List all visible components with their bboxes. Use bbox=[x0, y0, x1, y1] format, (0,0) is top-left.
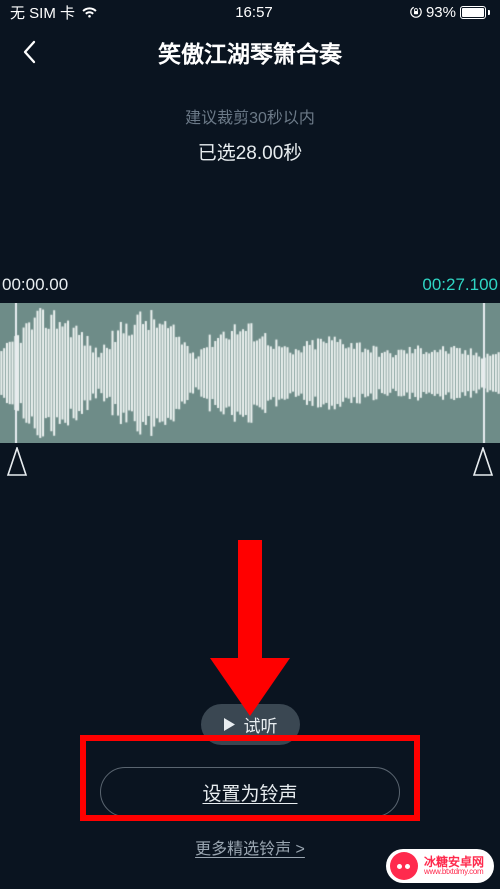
trim-handle-right[interactable] bbox=[472, 447, 494, 484]
waveform-editor: 00:00.00 00:27.100 bbox=[0, 275, 500, 443]
more-link-label: 更多精选铃声 > bbox=[195, 841, 305, 858]
preview-button[interactable]: 试听 bbox=[201, 704, 300, 745]
end-time: 00:27.100 bbox=[422, 275, 498, 295]
battery-pct: 93% bbox=[426, 4, 456, 21]
orientation-lock-icon bbox=[410, 6, 422, 18]
trim-handles bbox=[0, 447, 500, 487]
battery-icon bbox=[460, 6, 490, 19]
waveform-canvas[interactable] bbox=[0, 303, 500, 443]
selected-duration: 已选28.00秒 bbox=[0, 138, 500, 165]
page-title: 笑傲江湖琴箫合奏 bbox=[0, 35, 500, 69]
handle-grip-icon bbox=[6, 447, 28, 479]
watermark-logo-icon bbox=[390, 852, 418, 880]
chevron-left-icon bbox=[22, 40, 36, 64]
set-ringtone-label: 设置为铃声 bbox=[202, 779, 297, 806]
status-right: 93% bbox=[410, 4, 490, 21]
back-button[interactable] bbox=[14, 37, 44, 67]
trim-handle-left[interactable] bbox=[6, 447, 28, 484]
start-time: 00:00.00 bbox=[2, 275, 68, 295]
trim-hint: 建议裁剪30秒以内 bbox=[0, 104, 500, 128]
carrier-text: 无 SIM 卡 bbox=[10, 2, 75, 23]
time-labels: 00:00.00 00:27.100 bbox=[0, 275, 500, 295]
handle-grip-icon bbox=[472, 447, 494, 479]
more-ringtones-link[interactable]: 更多精选铃声 > bbox=[195, 835, 305, 859]
status-bar: 无 SIM 卡 16:57 93% bbox=[0, 0, 500, 24]
watermark: 冰糖安卓网 www.btxtdmy.com bbox=[386, 849, 494, 883]
trim-info: 建议裁剪30秒以内 已选28.00秒 bbox=[0, 104, 500, 165]
status-left: 无 SIM 卡 bbox=[10, 2, 98, 23]
set-ringtone-button[interactable]: 设置为铃声 bbox=[100, 767, 400, 817]
clock: 16:57 bbox=[235, 4, 273, 21]
play-icon bbox=[223, 717, 236, 732]
annotation-arrow bbox=[190, 540, 310, 720]
nav-bar: 笑傲江湖琴箫合奏 bbox=[0, 24, 500, 80]
bottom-actions: 试听 设置为铃声 更多精选铃声 > bbox=[0, 704, 500, 859]
wifi-icon bbox=[81, 6, 98, 18]
watermark-url: www.btxtdmy.com bbox=[424, 868, 484, 876]
preview-label: 试听 bbox=[244, 712, 278, 737]
